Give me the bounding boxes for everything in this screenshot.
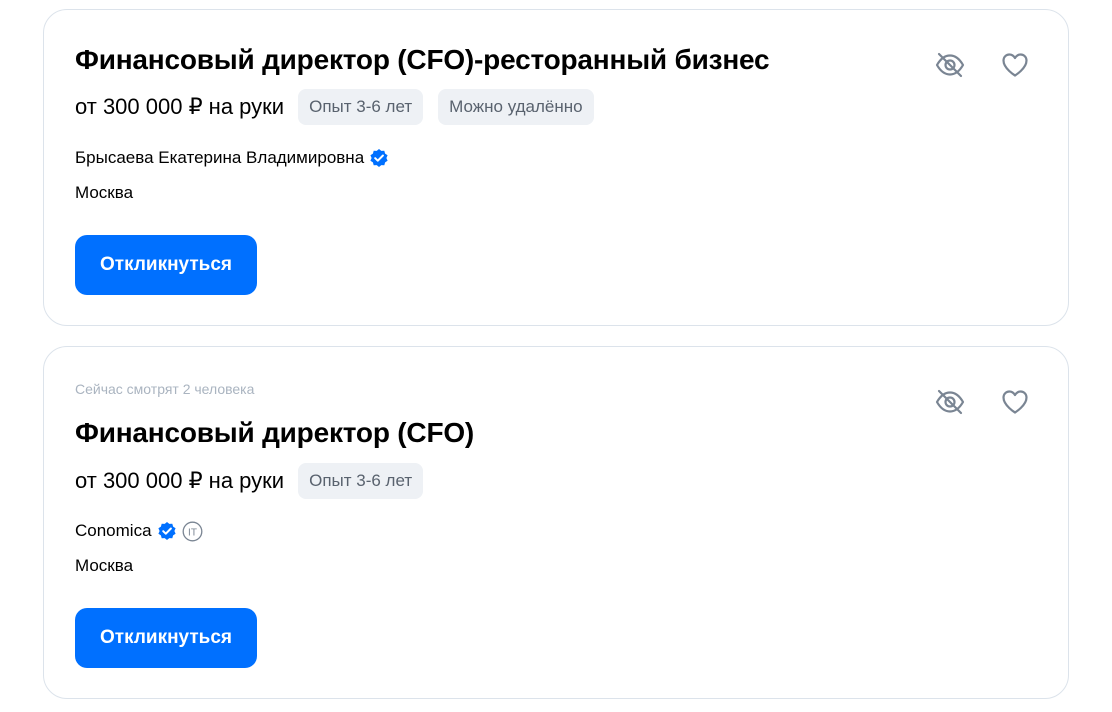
salary: от 300 000 ₽ на руки [75, 94, 285, 119]
it-accredited-icon[interactable]: IT [182, 521, 203, 542]
favorite-button[interactable] [995, 45, 1035, 85]
hide-vacancy-button[interactable] [930, 45, 970, 85]
heart-icon [1002, 390, 1028, 414]
hide-vacancy-button[interactable] [930, 382, 970, 422]
it-badge-label: IT [188, 527, 197, 538]
company-name[interactable]: Брысаева Екатерина Владимировна [75, 148, 364, 168]
vacancy-title[interactable]: Финансовый директор (CFO) [75, 417, 474, 449]
verified-check-icon [157, 522, 176, 540]
experience-tag: Опыт 3-6 лет [298, 463, 424, 499]
city: Москва [75, 183, 134, 202]
respond-button[interactable]: Откликнуться [75, 608, 257, 668]
company-name[interactable]: Conomica [75, 521, 152, 541]
verified-check-icon [370, 149, 388, 167]
watching-now-text: Сейчас смотрят 2 человека [75, 381, 255, 397]
vacancy-card[interactable]: Сейчас смотрят 2 человека Финансовый дир… [43, 346, 1069, 699]
favorite-button[interactable] [995, 382, 1035, 422]
vacancy-card[interactable]: Финансовый директор (CFO)-ресторанный би… [43, 9, 1069, 326]
city: Москва [75, 556, 134, 575]
remote-tag: Можно удалённо [438, 89, 594, 125]
vacancy-title[interactable]: Финансовый директор (CFO)-ресторанный би… [75, 44, 770, 76]
company-row: Conomica IT [75, 519, 203, 543]
respond-button[interactable]: Откликнуться [75, 235, 257, 295]
salary-row: от 300 000 ₽ на руки Опыт 3-6 лет Можно … [75, 89, 609, 125]
eye-off-icon [935, 389, 965, 415]
salary: от 300 000 ₽ на руки [75, 468, 285, 493]
eye-off-icon [935, 52, 965, 78]
heart-icon [1002, 53, 1028, 77]
salary-row: от 300 000 ₽ на руки Опыт 3-6 лет [75, 463, 438, 499]
company-row: Брысаева Екатерина Владимировна [75, 146, 389, 170]
experience-tag: Опыт 3-6 лет [298, 89, 424, 125]
